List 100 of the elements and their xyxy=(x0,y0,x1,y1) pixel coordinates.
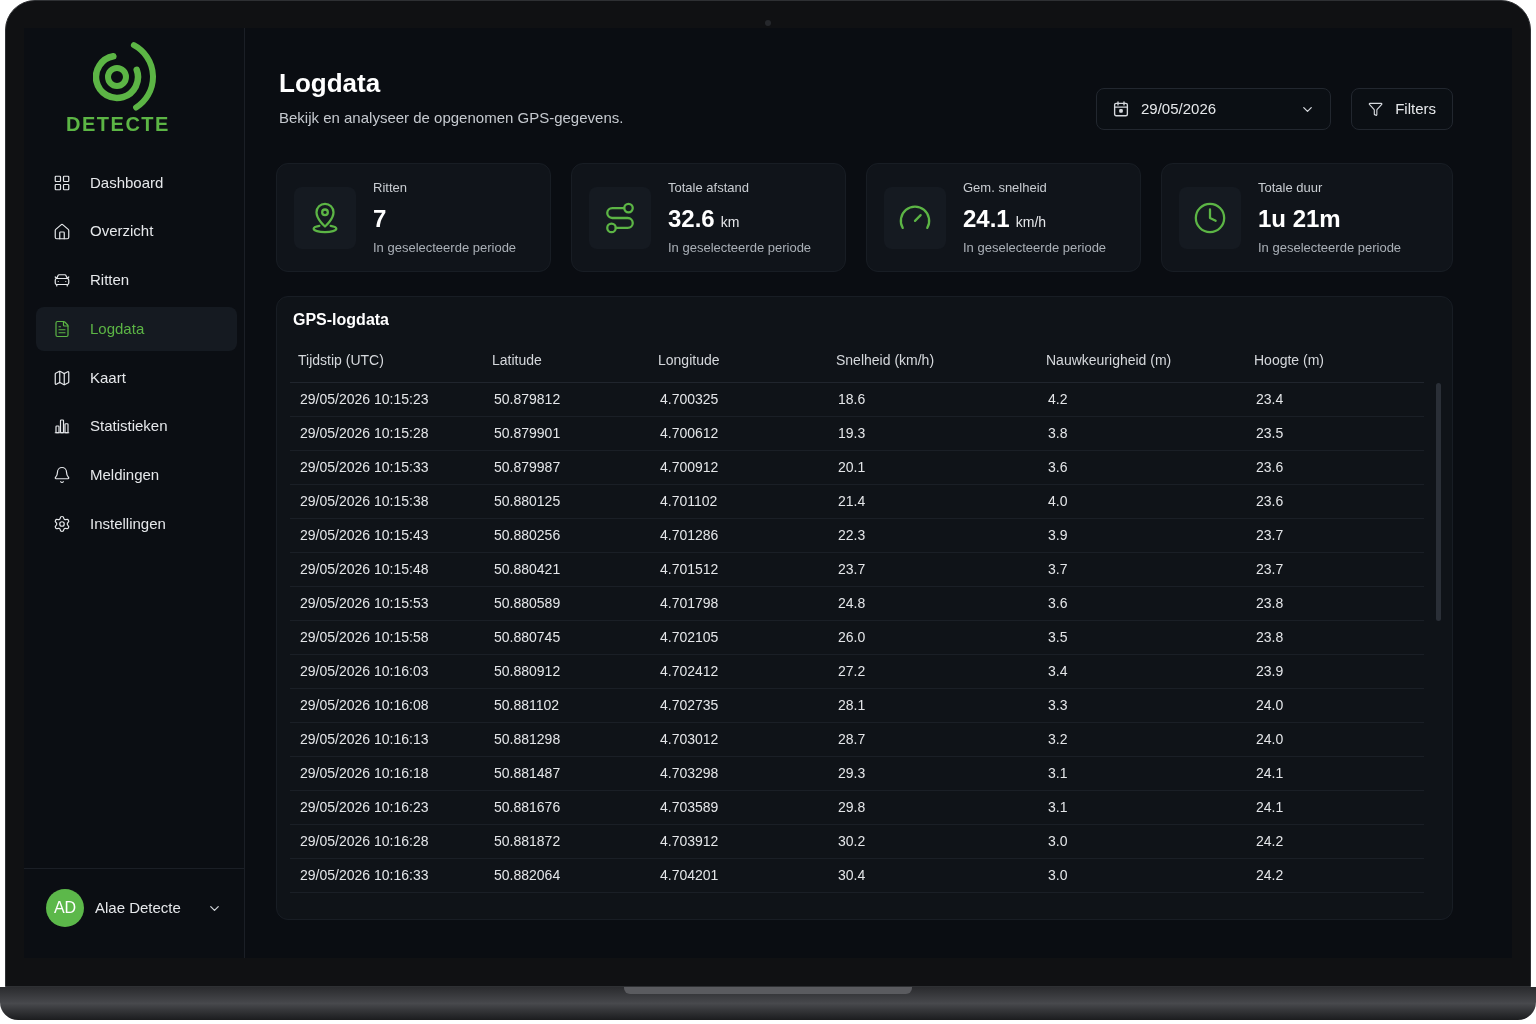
table-cell-text: 4.703589 xyxy=(659,798,720,817)
table-cell-text: 28.1 xyxy=(837,696,867,715)
table-cell-text: 4.0 xyxy=(1047,492,1069,511)
nav-item[interactable]: Meldingen xyxy=(36,453,237,498)
table-cell-text: 3.2 xyxy=(1047,730,1069,749)
table-cell-text: 29.8 xyxy=(837,798,867,817)
table-cell-text: 29/05/2026 10:15:48 xyxy=(299,560,430,579)
table-cell-text: 23.9 xyxy=(1255,662,1285,681)
table-cell-text: 50.880421 xyxy=(493,560,562,579)
table-cell-text: 23.7 xyxy=(1255,526,1285,545)
table-cell-text: 23.8 xyxy=(1255,628,1285,647)
table-cell-text: 50.880745 xyxy=(493,628,562,647)
stat-caption: In geselecteerde periode xyxy=(373,238,517,257)
map-icon xyxy=(53,368,71,387)
table-cell-text: 50.880125 xyxy=(493,492,562,511)
table-cell-text: 20.1 xyxy=(837,458,867,477)
nav-item[interactable]: Ritten xyxy=(36,258,237,303)
table-cell-text: 29/05/2026 10:16:18 xyxy=(299,764,430,783)
table-cell-text: 50.881872 xyxy=(493,832,562,851)
stat-label: Totale afstand xyxy=(668,178,750,197)
table-cell-text: 29/05/2026 10:15:53 xyxy=(299,594,430,613)
table-cell-text: 4.701512 xyxy=(659,560,720,579)
document-icon xyxy=(53,320,71,339)
table-cell-text: 24.1 xyxy=(1255,798,1285,817)
table-cell-text: 4.2 xyxy=(1047,390,1069,409)
nav-item[interactable]: Kaart xyxy=(36,355,237,400)
table-cell-text: 19.3 xyxy=(837,424,867,443)
stat-unit: km/h xyxy=(1015,212,1047,232)
table-cell-text: 3.1 xyxy=(1047,798,1069,817)
stat-caption: In geselecteerde periode xyxy=(963,238,1107,257)
table-cell-text: 27.2 xyxy=(837,662,867,681)
table-cell-text: 4.700325 xyxy=(659,390,720,409)
table-cell-text: 50.880256 xyxy=(493,526,562,545)
table-cell-text: 4.702105 xyxy=(659,628,720,647)
table-cell-text: 24.1 xyxy=(1255,764,1285,783)
nav-item[interactable]: Logdata xyxy=(36,307,237,352)
table-cell-text: 29/05/2026 10:16:23 xyxy=(299,798,430,817)
table-cell-text: 3.0 xyxy=(1047,866,1069,885)
user-name: Alae Detecte xyxy=(95,897,181,918)
bar-chart-icon xyxy=(53,417,71,436)
table-cell-text: 50.881102 xyxy=(493,696,561,715)
table-cell-text: 50.881676 xyxy=(493,798,562,817)
table-cell-text: 3.9 xyxy=(1047,526,1069,545)
bell-icon xyxy=(53,466,71,485)
nav-item[interactable]: Dashboard xyxy=(36,161,237,205)
table-cell-text: 29/05/2026 10:16:28 xyxy=(299,832,430,851)
table-cell-text: 3.7 xyxy=(1047,560,1069,579)
table-cell-text: 29/05/2026 10:15:38 xyxy=(299,492,430,511)
table-cell-text: 3.6 xyxy=(1047,594,1069,613)
clock-icon xyxy=(1179,186,1241,249)
page-subtitle: Bekijk en analyseer de opgenomen GPS-gegevens. xyxy=(279,108,624,128)
nav-item[interactable]: Overzicht xyxy=(36,209,237,254)
stat-caption: In geselecteerde periode xyxy=(668,238,812,257)
table-cell-text: 3.1 xyxy=(1047,764,1069,783)
scrollbar-thumb[interactable] xyxy=(1436,383,1441,621)
settings-icon xyxy=(53,514,71,533)
table-cell-text: 4.700612 xyxy=(659,424,720,443)
table-cell-text: 50.882064 xyxy=(493,866,562,885)
table-cell-text: 23.6 xyxy=(1255,492,1285,511)
table-cell-text: 4.702412 xyxy=(659,662,720,681)
gauge-icon xyxy=(884,186,946,249)
table-cell-text: 21.4 xyxy=(837,492,867,511)
date-picker[interactable]: 29/05/2026 xyxy=(1096,88,1331,130)
table-cell-text: 4.703912 xyxy=(659,832,720,851)
table-cell-text: 50.879812 xyxy=(493,390,562,409)
filters-button[interactable]: Filters xyxy=(1351,88,1453,130)
table-cell-text: 4.700912 xyxy=(659,458,720,477)
grid-icon xyxy=(53,174,71,192)
table-cell-text: 29.3 xyxy=(837,764,867,783)
route-icon xyxy=(589,186,651,249)
table-cell-text: 3.5 xyxy=(1047,628,1069,647)
nav-item[interactable]: Statistieken xyxy=(36,404,237,449)
column-header: Nauwkeurigheid (m) xyxy=(1045,351,1173,370)
table-cell-text: 4.703012 xyxy=(659,730,720,749)
table-cell-text: 29/05/2026 10:16:08 xyxy=(299,696,430,715)
nav-item[interactable]: Instellingen xyxy=(36,501,237,546)
page-title: Logdata xyxy=(279,67,382,99)
table-cell-text: 50.879987 xyxy=(493,458,562,477)
table-cell-text: 28.7 xyxy=(837,730,867,749)
column-header: Snelheid (km/h) xyxy=(835,351,936,370)
table-cell-text: 23.5 xyxy=(1255,424,1285,443)
table-cell-text: 29/05/2026 10:16:03 xyxy=(299,662,430,681)
table-cell-text: 23.7 xyxy=(837,560,867,579)
table-cell-text: 50.880912 xyxy=(493,662,562,681)
table-cell-text: 29/05/2026 10:15:58 xyxy=(299,628,430,647)
table-cell-text: 29/05/2026 10:15:43 xyxy=(299,526,430,545)
table-cell-text: 24.2 xyxy=(1255,832,1285,851)
table-cell-text: 4.701286 xyxy=(659,526,720,545)
table-cell-text: 4.701102 xyxy=(659,492,719,511)
table-cell-text: 4.704201 xyxy=(659,866,720,885)
table-cell-text: 26.0 xyxy=(837,628,867,647)
column-header: Latitude xyxy=(491,351,543,370)
table-cell-text: 3.0 xyxy=(1047,832,1069,851)
calendar-icon xyxy=(1112,100,1130,118)
table-cell-text: 4.702735 xyxy=(659,696,720,715)
stat-label: Totale duur xyxy=(1258,178,1324,197)
table-cell-text: 24.2 xyxy=(1255,866,1285,885)
column-header: Longitude xyxy=(657,351,721,370)
stat-value: 32.6 xyxy=(668,203,715,234)
table-cell-text: 4.703298 xyxy=(659,764,720,783)
